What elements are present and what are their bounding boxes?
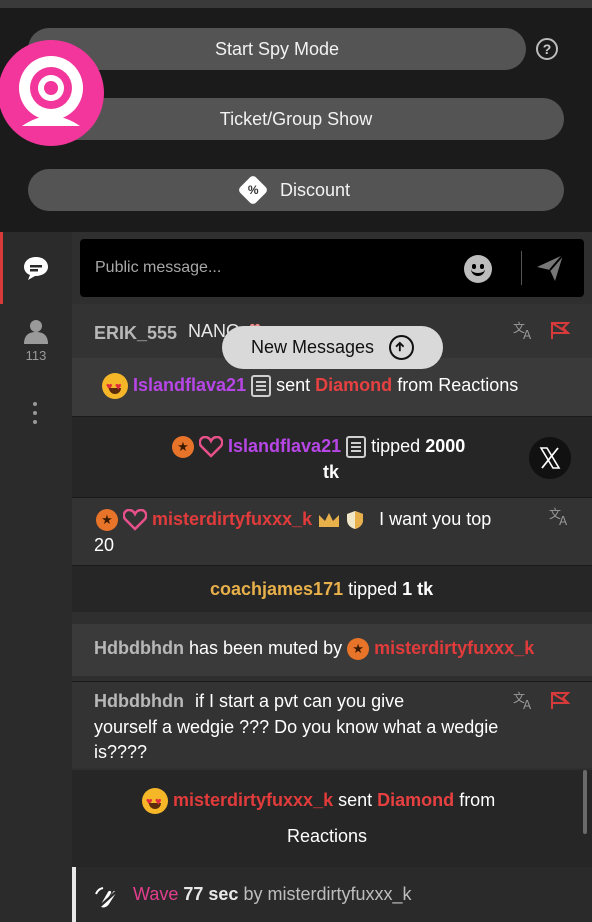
- start-spy-mode-label: Start Spy Mode: [214, 38, 340, 59]
- heart-eyes-emoji-icon: [142, 788, 168, 815]
- ticket-group-show-label: Ticket/Group Show: [219, 108, 373, 129]
- scrollbar-thumb[interactable]: [583, 770, 587, 834]
- webcam-logo-icon: [0, 40, 104, 146]
- message-username[interactable]: misterdirtyfuxxx_k: [173, 790, 333, 810]
- new-messages-label: New Messages: [251, 337, 375, 357]
- send-icon[interactable]: [535, 253, 565, 283]
- report-flag-icon[interactable]: [549, 320, 571, 340]
- chat-message: ★ Islandflava21 tipped 2000 tk: [72, 417, 592, 497]
- top-strip: [0, 0, 592, 8]
- svg-text:A: A: [523, 328, 532, 340]
- ticket-group-show-button[interactable]: Ticket/Group Show: [28, 98, 564, 140]
- message-input-bar: [80, 239, 584, 297]
- close-x-icon[interactable]: [529, 437, 571, 479]
- chat-bubble-icon[interactable]: [22, 254, 50, 282]
- chat-message: ★ misterdirtyfuxxx_k I want you top 20: [72, 498, 592, 565]
- chat-message: misterdirtyfuxxx_k sent Diamond from Rea…: [72, 770, 592, 867]
- message-username[interactable]: Islandflava21: [133, 375, 246, 395]
- message-username[interactable]: Hdbdbhdn: [94, 638, 184, 658]
- message-username[interactable]: misterdirtyfuxxx_k: [152, 509, 312, 529]
- new-messages-button[interactable]: New Messages: [222, 326, 443, 369]
- document-icon: [251, 375, 272, 398]
- kebab-icon[interactable]: [32, 402, 38, 429]
- crown-icon: [319, 513, 340, 528]
- message-username[interactable]: coachjames171: [210, 579, 343, 599]
- shield-icon: [347, 511, 364, 530]
- heart-eyes-emoji-icon: [102, 373, 128, 400]
- chat-message: coachjames171 tipped 1 tk: [72, 566, 592, 612]
- public-message-input[interactable]: [80, 239, 460, 297]
- star-badge-icon: ★: [172, 436, 194, 459]
- wave-hand-icon: [95, 887, 119, 909]
- message-username[interactable]: Islandflava21: [228, 436, 341, 456]
- discount-button[interactable]: % Discount: [28, 169, 564, 211]
- message-username[interactable]: Hdbdbhdn: [94, 691, 184, 711]
- translate-icon[interactable]: 文 A: [513, 690, 535, 710]
- wave-banner: Wave 77 sec by misterdirtyfuxxx_k: [72, 867, 592, 922]
- document-icon: [346, 436, 367, 459]
- discount-percent-icon: %: [237, 174, 269, 206]
- wave-label: Wave: [133, 884, 179, 904]
- report-flag-icon[interactable]: [549, 690, 571, 710]
- user-count: 113: [25, 348, 47, 363]
- svg-text:A: A: [523, 698, 532, 710]
- user-icon[interactable]: [24, 318, 48, 344]
- emoji-icon[interactable]: [464, 255, 492, 283]
- message-username[interactable]: ERIK_555: [94, 321, 177, 345]
- chat-message: Hdbdbhdn has been muted by ★ misterdirty…: [72, 624, 592, 676]
- wave-username[interactable]: misterdirtyfuxxx_k: [267, 884, 411, 904]
- star-badge-icon: ★: [96, 509, 118, 532]
- discount-label: Discount: [279, 179, 351, 200]
- svg-text:A: A: [559, 514, 568, 526]
- translate-icon[interactable]: 文 A: [549, 506, 571, 526]
- help-icon[interactable]: ?: [536, 38, 558, 60]
- heart-badge-icon: [199, 436, 224, 459]
- translate-icon[interactable]: 文 A: [513, 320, 535, 340]
- heart-badge-icon: [123, 509, 148, 532]
- input-divider: [521, 251, 522, 285]
- arrow-up-icon: [389, 335, 414, 360]
- star-badge-icon: ★: [347, 638, 370, 661]
- wave-duration: 77 sec: [183, 884, 239, 904]
